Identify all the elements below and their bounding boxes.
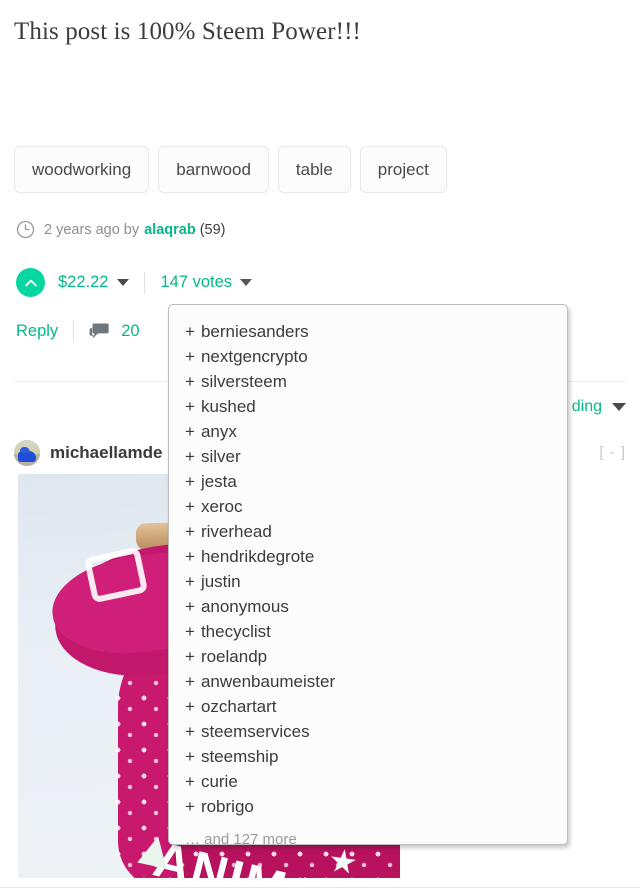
comment-sort-label: ding [571,398,602,415]
actions-divider [73,320,75,342]
post-by-label: by [123,221,140,238]
voter-row[interactable]: + silversteem [169,369,567,394]
voter-plus-1: + [185,347,195,366]
post-timestamp: 2 years ago [44,221,120,238]
voter-plus-8: + [185,522,195,541]
author-reputation: (59) [199,221,226,238]
voter-row[interactable]: + anonymous [169,594,567,619]
voter-plus-14: + [185,672,195,691]
avatar-car [17,446,37,462]
voter-plus-6: + [185,472,195,491]
tag-woodworking[interactable]: woodworking [14,146,150,193]
voters-more-label: … and 127 more [185,831,297,845]
voter-row[interactable]: + berniesanders [169,319,567,344]
voter-row[interactable]: + justin [169,569,567,594]
upvote-button[interactable] [16,268,45,297]
voter-row[interactable]: + anyx [169,419,567,444]
voter-row[interactable]: + thecyclist [169,619,567,644]
voter-plus-7: + [185,497,195,516]
tag-barnwood[interactable]: barnwood [158,146,269,193]
speech-bubble-icon[interactable] [89,322,110,341]
voter-plus-3: + [185,397,195,416]
voter-plus-12: + [185,622,195,641]
voter-name-18: curie [200,772,238,791]
votes-chevron-down-icon[interactable] [240,279,253,286]
voter-plus-19: + [185,797,195,816]
comment-author-link[interactable]: michaellamde [50,443,162,463]
payout-amount[interactable]: $22.22 [58,273,108,292]
voters-popup: + berniesanders + nextgencrypto + silverste… [168,304,568,845]
voter-plus-13: + [185,647,195,666]
comment-count[interactable]: 20 [121,322,139,341]
voter-plus-18: + [185,772,195,791]
voter-name-6: jesta [200,472,237,491]
voter-plus-16: + [185,722,195,741]
voter-row[interactable]: + jesta [169,469,567,494]
tag-list: woodworking barnwood table project [14,146,447,193]
voter-plus-17: + [185,747,195,766]
voter-plus-11: + [185,597,195,616]
voter-row[interactable]: + steemservices [169,719,567,744]
voter-row[interactable]: + robrigo [169,794,567,819]
page-bottom-border [0,887,640,888]
voter-name-12: thecyclist [200,622,271,641]
voter-row[interactable]: + silver [169,444,567,469]
voter-row[interactable]: + anwenbaumeister [169,669,567,694]
voter-name-1: nextgencrypto [200,347,308,366]
voter-row[interactable]: + kushed [169,394,567,419]
voter-name-19: robrigo [200,797,254,816]
voter-plus-15: + [185,697,195,716]
vote-row: $22.22 147 votes [16,268,253,297]
tag-project[interactable]: project [359,146,447,193]
voter-name-8: riverhead [200,522,272,541]
voter-name-9: hendrikdegrote [200,547,315,566]
voter-name-14: anwenbaumeister [200,672,336,691]
voter-row[interactable]: + roelandp [169,644,567,669]
post-author-link[interactable]: alaqrab [144,222,196,238]
voter-name-7: xeroc [200,497,243,516]
voter-name-15: ozchartart [200,697,277,716]
reply-button[interactable]: Reply [16,322,58,341]
voter-plus-9: + [185,547,195,566]
voter-row[interactable]: + xeroc [169,494,567,519]
voter-name-0: berniesanders [200,322,309,341]
voter-row[interactable]: + riverhead [169,519,567,544]
sort-chevron-down-icon [612,403,626,411]
steemit-post-view: This post is 100% Steem Power!!! woodwor… [0,0,640,895]
voter-row[interactable]: + curie [169,769,567,794]
voter-name-11: anonymous [200,597,289,616]
voter-name-17: steemship [200,747,279,766]
upvote-chevron-icon [24,279,37,286]
voter-name-10: justin [200,572,241,591]
avatar[interactable] [14,440,40,466]
voter-name-16: steemservices [200,722,310,741]
voter-plus-0: + [185,322,195,341]
voter-name-3: kushed [200,397,256,416]
voter-name-2: silversteem [200,372,287,391]
voter-row[interactable]: + nextgencrypto [169,344,567,369]
tag-table[interactable]: table [277,146,351,193]
voter-name-5: silver [200,447,241,466]
comment-collapse-button[interactable]: [ - ] [599,444,626,461]
left-gutter [0,440,14,887]
voter-name-4: anyx [200,422,237,441]
page-title: This post is 100% Steem Power!!! [14,18,361,45]
voter-row[interactable]: + hendrikdegrote [169,544,567,569]
voter-row[interactable]: + steemship [169,744,567,769]
voter-plus-5: + [185,447,195,466]
voter-plus-4: + [185,422,195,441]
post-actions: Reply 20 [16,320,140,342]
voter-plus-10: + [185,572,195,591]
voter-row[interactable]: + ozchartart [169,694,567,719]
clock-icon [16,220,35,239]
payout-chevron-down-icon[interactable] [117,279,130,286]
voter-plus-2: + [185,372,195,391]
voter-name-13: roelandp [200,647,268,666]
comment-sort-control[interactable]: ding [572,398,626,416]
post-meta: 2 years ago by alaqrab (59) [16,220,226,239]
votes-count-link[interactable]: 147 votes [160,273,232,292]
vote-divider [144,271,146,294]
